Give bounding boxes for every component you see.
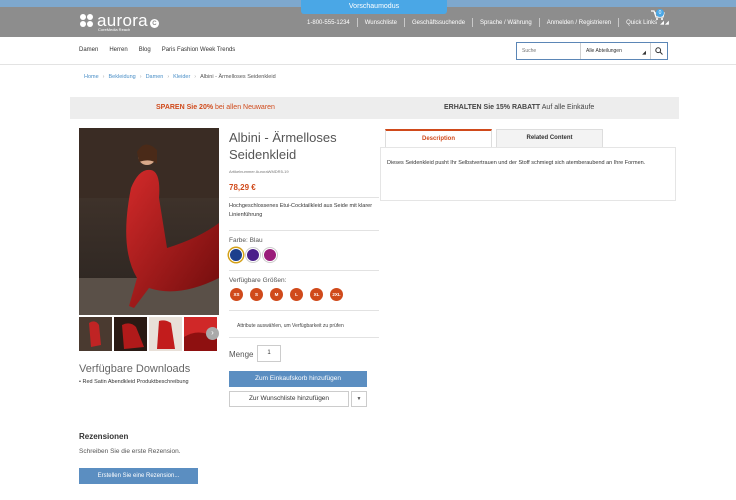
chevron-right-icon[interactable]: ›: [206, 327, 219, 340]
store-locator-link[interactable]: Geschäftssuchende: [412, 20, 465, 26]
attribute-note: Attribute auswählen, um Verfügbarkeit zu…: [237, 323, 344, 329]
divider: [229, 230, 379, 231]
preview-mode-tab[interactable]: Vorschaumodus: [301, 0, 447, 14]
promo-banner: SPAREN Sie 20% bei allen Neuwaren ERHALT…: [70, 97, 679, 119]
chevron-down-icon: ◢: [642, 50, 646, 56]
logo[interactable]: aurora C CoreMedia Reach: [80, 10, 159, 32]
breadcrumb-clothing[interactable]: Bekleidung: [109, 74, 136, 80]
breadcrumb: Home › Bekleidung › Damen › Kleider › Albini…: [84, 74, 276, 80]
size-option-xs[interactable]: XS: [230, 288, 243, 301]
color-swatch-purple[interactable]: [246, 248, 260, 262]
reviews-empty-text: Schreiben Sie die erste Rezension.: [79, 448, 181, 455]
tab-panel: [380, 147, 676, 201]
nav-item-paris-fashion-week[interactable]: Paris Fashion Week Trends: [162, 47, 236, 53]
wishlist-dropdown-icon[interactable]: ▼: [351, 391, 367, 407]
logo-subtitle: CoreMedia Reach: [98, 27, 131, 32]
search-icon: [655, 47, 663, 55]
size-option-xl[interactable]: XL: [310, 288, 323, 301]
main-navigation: Damen Herren Blog Paris Fashion Week Tre…: [0, 37, 736, 65]
department-select[interactable]: Alle Abteilungen ◢: [581, 43, 651, 59]
quantity-input[interactable]: 1: [257, 345, 281, 362]
color-label: Farbe: Blau: [229, 237, 263, 244]
size-option-l[interactable]: L: [290, 288, 303, 301]
product-short-description: Hochgeschlossenes Etui-Cocktailkleid aus…: [229, 203, 373, 218]
nav-item-blog[interactable]: Blog: [139, 47, 151, 53]
add-to-wishlist-button[interactable]: Zur Wunschliste hinzufügen: [229, 391, 349, 407]
breadcrumb-home[interactable]: Home: [84, 74, 99, 80]
chevron-down-icon: ◢: [660, 19, 664, 26]
wishlist-link[interactable]: Wunschliste: [365, 20, 397, 26]
search-input[interactable]: [517, 43, 581, 59]
promo-right[interactable]: ERHALTEN Sie 15% RABATT Auf alle Einkäuf…: [444, 104, 594, 111]
cart-dropdown-icon[interactable]: ◢: [665, 20, 669, 26]
language-currency-link[interactable]: Sprache / Währung: [480, 20, 532, 26]
product-thumbnail[interactable]: [149, 317, 182, 351]
promo-left-text: bei allen Neuwaren: [213, 104, 275, 111]
product-title: Albini - Ärmelloses Seidenkleid: [229, 130, 337, 162]
promo-left-highlight: SPAREN Sie 20%: [156, 104, 214, 111]
size-option-m[interactable]: M: [270, 288, 283, 301]
reviews-title: Rezensionen: [79, 432, 129, 441]
promo-left[interactable]: SPAREN Sie 20% bei allen Neuwaren: [156, 104, 275, 111]
download-link[interactable]: • Red Satin Abendkleid Produktbeschreibu…: [79, 379, 189, 385]
search-bar: Alle Abteilungen ◢: [516, 42, 668, 60]
phone-number: 1-800-555-1234: [307, 19, 350, 26]
nav-item-herren[interactable]: Herren: [109, 47, 127, 53]
product-thumbnail[interactable]: [114, 317, 147, 351]
downloads-title: Verfügbare Downloads: [79, 363, 191, 375]
color-swatch-blue[interactable]: [229, 248, 243, 262]
divider: [229, 337, 379, 338]
product-thumbnail[interactable]: [79, 317, 112, 351]
divider: [229, 310, 379, 311]
description-text: Dieses Seidenkleid pusht Ihr Selbstvertr…: [387, 160, 646, 166]
size-label: Verfügbare Größen:: [229, 277, 287, 284]
write-review-button[interactable]: Erstellen Sie eine Rezension...: [79, 468, 198, 484]
cart-count-badge: 0: [656, 9, 664, 17]
tab-description[interactable]: Description: [385, 129, 492, 147]
department-select-value: Alle Abteilungen: [586, 48, 622, 54]
divider: [229, 197, 379, 198]
download-link-label: Red Satin Abendkleid Produktbeschreibung: [82, 379, 189, 385]
product-tabs: Description Related Content: [385, 129, 603, 147]
quantity-label: Menge: [229, 350, 254, 359]
quick-links-menu[interactable]: Quick Links: [626, 20, 657, 26]
product-sku: Artikelnummer AuroraWMDR5-19: [229, 169, 289, 174]
logo-flower-icon: [80, 13, 94, 28]
product-price: 78,29 €: [229, 183, 256, 192]
breadcrumb-women[interactable]: Damen: [146, 74, 164, 80]
header-links: 1-800-555-1234 Wunschliste Geschäftssuch…: [307, 18, 664, 27]
product-thumbnails: [79, 317, 219, 351]
product-main-image[interactable]: [79, 128, 219, 315]
size-option-s[interactable]: S: [250, 288, 263, 301]
divider: [229, 270, 379, 271]
logo-badge-icon: C: [149, 19, 159, 28]
size-options: XS S M L XL 2XL: [230, 288, 343, 301]
sign-in-link[interactable]: Anmelden / Registrieren: [547, 20, 611, 26]
breadcrumb-current: Albini - Ärmelloses Seidenkleid: [200, 74, 276, 80]
promo-right-text: Auf alle Einkäufe: [540, 104, 595, 111]
add-to-cart-button[interactable]: Zum Einkaufskorb hinzufügen: [229, 371, 367, 387]
color-swatches: [229, 248, 277, 262]
promo-right-highlight: ERHALTEN Sie 15% RABATT: [444, 104, 541, 111]
logo-text: aurora: [97, 10, 148, 30]
nav-item-damen[interactable]: Damen: [79, 47, 98, 53]
tab-related-content[interactable]: Related Content: [496, 129, 603, 147]
size-option-2xl[interactable]: 2XL: [330, 288, 343, 301]
breadcrumb-dresses[interactable]: Kleider: [173, 74, 190, 80]
color-swatch-magenta[interactable]: [263, 248, 277, 262]
search-button[interactable]: [651, 43, 667, 59]
